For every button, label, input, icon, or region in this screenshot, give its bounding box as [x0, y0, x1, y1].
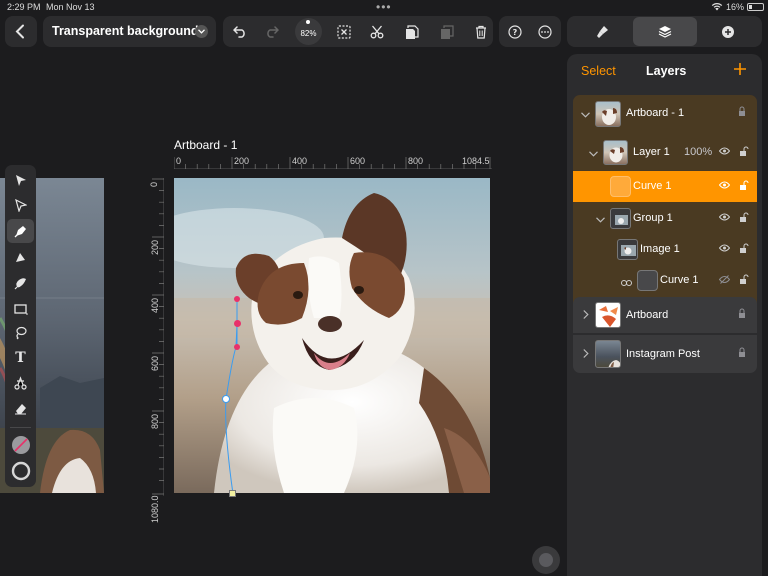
- layer-row-layer-1[interactable]: Layer 1 100%: [573, 137, 757, 168]
- layer-row-image-1[interactable]: Image 1: [573, 234, 757, 265]
- anchor-point[interactable]: [234, 320, 241, 327]
- scissors-tool-icon[interactable]: [5, 371, 36, 395]
- chevron-right-icon[interactable]: [583, 310, 589, 322]
- anchor-point[interactable]: [234, 296, 240, 302]
- layer-thumbnail: [595, 340, 621, 368]
- layer-row-artboard-1[interactable]: Artboard - 1: [573, 98, 757, 129]
- add-layer-icon[interactable]: [733, 62, 747, 81]
- pen-tool-icon[interactable]: [7, 219, 34, 243]
- layer-name: Artboard - 1: [626, 107, 685, 119]
- select-tool-icon[interactable]: [5, 168, 36, 192]
- hidden-eye-icon[interactable]: [718, 275, 731, 287]
- direct-select-tool-icon[interactable]: [5, 193, 36, 217]
- layer-opacity[interactable]: 100%: [684, 146, 712, 158]
- layer-row-instagram-post[interactable]: Instagram Post: [573, 339, 757, 370]
- visibility-eye-icon[interactable]: [718, 181, 731, 192]
- chevron-down-icon[interactable]: [581, 109, 590, 121]
- text-tool-icon[interactable]: T: [5, 346, 36, 370]
- layer-name: Instagram Post: [626, 348, 700, 360]
- assistive-touch-button[interactable]: [532, 546, 560, 574]
- visibility-eye-icon[interactable]: [718, 147, 731, 158]
- artboard-lock-icon[interactable]: [738, 347, 746, 361]
- layer-name: Group 1: [633, 212, 673, 224]
- layer-thumbnail: [610, 208, 631, 229]
- chevron-down-icon[interactable]: [596, 214, 605, 226]
- unlock-icon[interactable]: [739, 243, 749, 257]
- chevron-down-icon[interactable]: [589, 148, 598, 160]
- artboard-lock-icon[interactable]: [738, 106, 746, 120]
- layer-thumbnail: [637, 270, 658, 291]
- anchor-point[interactable]: [222, 395, 230, 403]
- layer-thumbnail: [617, 239, 638, 260]
- layers-panel: Select Layers Artboard - 1 Layer 1 100% …: [567, 54, 762, 576]
- layer-name: Curve 1: [633, 180, 672, 192]
- chevron-right-icon[interactable]: [583, 349, 589, 361]
- layer-row-artboard[interactable]: Artboard: [573, 300, 757, 331]
- assistive-touch-icon: [539, 553, 553, 567]
- unlock-icon[interactable]: [739, 212, 749, 226]
- path-end-point[interactable]: [229, 490, 236, 497]
- fill-swatch-icon[interactable]: [5, 433, 36, 457]
- visibility-eye-icon[interactable]: [718, 213, 731, 224]
- layer-row-curve-1-selected[interactable]: Curve 1: [573, 171, 757, 202]
- layer-thumbnail: [595, 302, 621, 328]
- lasso-tool-icon[interactable]: [5, 321, 36, 345]
- unlock-icon[interactable]: [739, 274, 749, 288]
- stroke-swatch-icon[interactable]: [5, 459, 36, 483]
- tool-palette: T: [5, 165, 36, 487]
- palette-divider: [10, 427, 31, 428]
- mask-link-icon[interactable]: [621, 277, 632, 289]
- pencil-tool-icon[interactable]: [5, 245, 36, 269]
- shape-tool-icon[interactable]: [5, 297, 36, 321]
- visibility-eye-icon[interactable]: [718, 244, 731, 255]
- layer-name: Image 1: [640, 243, 680, 255]
- anchor-point[interactable]: [234, 344, 240, 350]
- artboard-lock-icon[interactable]: [738, 308, 746, 322]
- layer-thumbnail: [610, 176, 631, 197]
- layers-title: Layers: [646, 64, 687, 78]
- unlock-icon[interactable]: [739, 180, 749, 194]
- layer-thumbnail: [603, 140, 628, 165]
- unlock-icon[interactable]: [739, 146, 749, 160]
- layer-row-group-1[interactable]: Group 1: [573, 203, 757, 234]
- layer-row-curve-1-mask[interactable]: Curve 1: [573, 265, 757, 296]
- layer-name: Layer 1: [633, 146, 670, 158]
- layer-name: Artboard: [626, 309, 669, 321]
- layer-name: Curve 1: [660, 274, 699, 286]
- layer-thumbnail: [595, 101, 621, 127]
- select-button[interactable]: Select: [581, 64, 616, 78]
- brush-tool-icon[interactable]: [5, 271, 36, 295]
- eraser-tool-icon[interactable]: [5, 397, 36, 421]
